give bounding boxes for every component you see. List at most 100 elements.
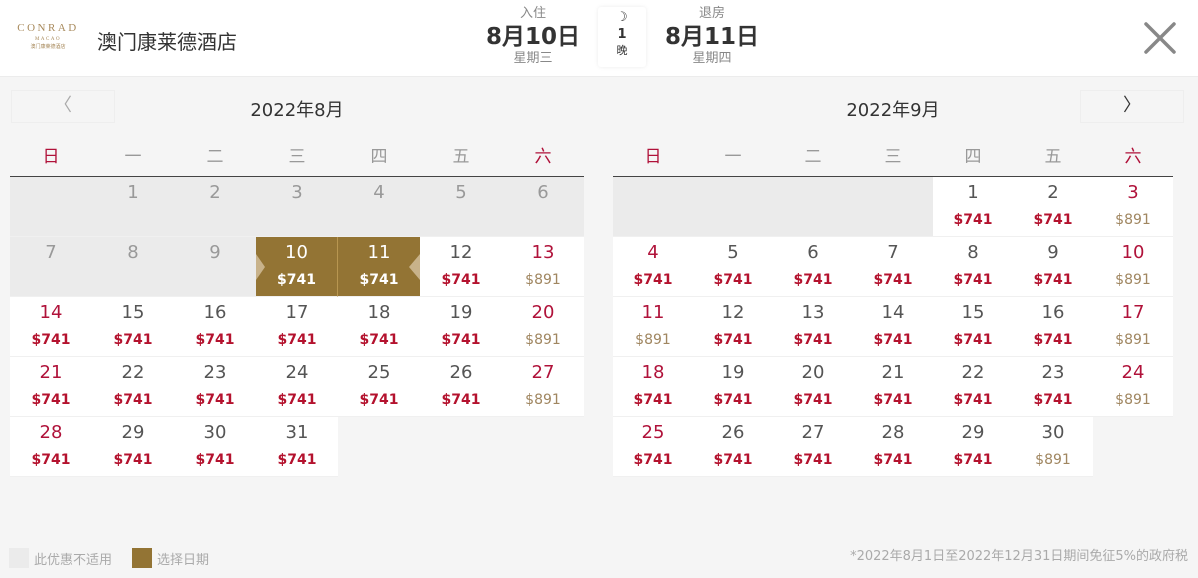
day-cell[interactable]: 28 $741 — [853, 417, 933, 477]
day-cell[interactable]: 13 $891 — [502, 237, 584, 297]
day-cell[interactable]: 24 $741 — [256, 357, 338, 417]
day-cell: 8 — [92, 237, 174, 297]
day-cell[interactable]: 15 $741 — [933, 297, 1013, 357]
day-cell[interactable]: 8 $741 — [933, 237, 1013, 297]
day-cell[interactable]: 26 $741 — [693, 417, 773, 477]
day-price: $741 — [277, 332, 317, 348]
day-price: $741 — [793, 452, 833, 468]
day-number: 22 — [961, 362, 985, 383]
weekday-label: 六 — [1124, 146, 1142, 167]
checkin-weekday: 星期三 — [513, 51, 553, 66]
day-cell[interactable]: 27 $891 — [502, 357, 584, 417]
day-cell[interactable]: 16 $741 — [174, 297, 256, 357]
day-price: $741 — [953, 272, 993, 288]
day-number: 8 — [127, 242, 139, 263]
blank-cell — [773, 177, 853, 237]
day-cell[interactable]: 14 $741 — [853, 297, 933, 357]
day-cell[interactable]: 30 $741 — [174, 417, 256, 477]
day-cell[interactable]: 10 $741 — [256, 237, 338, 297]
day-number: 28 — [39, 422, 63, 443]
day-cell[interactable]: 5 $741 — [693, 237, 773, 297]
day-price: $741 — [277, 392, 317, 408]
day-cell[interactable]: 2 $741 — [1013, 177, 1093, 237]
hotel-name: 澳门康莱德酒店 — [97, 30, 237, 54]
day-cell[interactable]: 11 $891 — [613, 297, 693, 357]
day-cell[interactable]: 28 $741 — [10, 417, 92, 477]
day-cell: 3 — [256, 177, 338, 237]
day-cell[interactable]: 7 $741 — [853, 237, 933, 297]
day-price: $741 — [713, 272, 753, 288]
day-cell[interactable]: 21 $741 — [853, 357, 933, 417]
day-cell[interactable]: 22 $741 — [92, 357, 174, 417]
legend-label-selected: 选择日期 — [157, 552, 210, 568]
day-price: $741 — [359, 332, 399, 348]
day-cell: 4 — [338, 177, 420, 237]
day-cell[interactable]: 27 $741 — [773, 417, 853, 477]
day-cell[interactable]: 1 $741 — [933, 177, 1013, 237]
day-number: 12 — [449, 242, 473, 263]
day-cell[interactable]: 25 $741 — [613, 417, 693, 477]
day-number: 27 — [801, 422, 825, 443]
day-price: $741 — [633, 392, 673, 408]
day-cell[interactable]: 23 $741 — [174, 357, 256, 417]
day-cell[interactable]: 26 $741 — [420, 357, 502, 417]
day-cell[interactable]: 30 $891 — [1013, 417, 1093, 477]
day-price: $741 — [873, 452, 913, 468]
day-number: 6 — [807, 242, 819, 263]
day-price: $741 — [713, 392, 753, 408]
day-cell[interactable]: 13 $741 — [773, 297, 853, 357]
day-number: 13 — [531, 242, 555, 263]
day-cell[interactable]: 10 $891 — [1093, 237, 1173, 297]
day-cell[interactable]: 17 $891 — [1093, 297, 1173, 357]
day-cell[interactable]: 12 $741 — [420, 237, 502, 297]
weekday-label: 三 — [884, 146, 902, 167]
day-number: 18 — [641, 362, 665, 383]
day-number: 12 — [721, 302, 745, 323]
day-cell[interactable]: 6 $741 — [773, 237, 853, 297]
day-cell[interactable]: 24 $891 — [1093, 357, 1173, 417]
weekday-header: 日一二三四五六 — [10, 128, 584, 177]
day-cell[interactable]: 15 $741 — [92, 297, 174, 357]
day-cell[interactable]: 29 $741 — [92, 417, 174, 477]
day-number: 25 — [367, 362, 391, 383]
day-cell[interactable]: 12 $741 — [693, 297, 773, 357]
day-cell[interactable]: 18 $741 — [338, 297, 420, 357]
day-cell: 1 — [92, 177, 174, 237]
day-cell[interactable]: 19 $741 — [693, 357, 773, 417]
day-cell[interactable]: 19 $741 — [420, 297, 502, 357]
close-button[interactable] — [1142, 20, 1178, 56]
day-price: $741 — [793, 392, 833, 408]
day-cell[interactable]: 11 $741 — [338, 237, 420, 297]
day-number: 2 — [209, 182, 221, 203]
day-number: 28 — [881, 422, 905, 443]
day-cell[interactable]: 3 $891 — [1093, 177, 1173, 237]
day-number: 20 — [531, 302, 555, 323]
day-cell[interactable]: 20 $741 — [773, 357, 853, 417]
day-cell[interactable]: 9 $741 — [1013, 237, 1093, 297]
day-number: 11 — [367, 242, 391, 263]
day-cell[interactable]: 20 $891 — [502, 297, 584, 357]
day-number: 17 — [1121, 302, 1145, 323]
day-price: $741 — [1033, 332, 1073, 348]
day-number: 4 — [373, 182, 385, 203]
day-cell[interactable]: 23 $741 — [1013, 357, 1093, 417]
day-cell[interactable]: 14 $741 — [10, 297, 92, 357]
day-cell[interactable]: 17 $741 — [256, 297, 338, 357]
checkout-date-value: 8月11日 — [664, 24, 759, 50]
day-cell[interactable]: 4 $741 — [613, 237, 693, 297]
day-cell[interactable]: 16 $741 — [1013, 297, 1093, 357]
nights-count: 1 — [617, 27, 627, 42]
day-price: $741 — [277, 272, 316, 288]
day-price: $891 — [635, 332, 671, 348]
day-price: $891 — [525, 272, 561, 288]
day-number: 10 — [285, 242, 308, 263]
day-cell[interactable]: 18 $741 — [613, 357, 693, 417]
day-number: 10 — [1121, 242, 1145, 263]
weekday-label: 一 — [724, 146, 742, 167]
day-cell[interactable]: 21 $741 — [10, 357, 92, 417]
day-cell[interactable]: 31 $741 — [256, 417, 338, 477]
day-cell[interactable]: 22 $741 — [933, 357, 1013, 417]
day-cell[interactable]: 29 $741 — [933, 417, 1013, 477]
day-number: 15 — [961, 302, 985, 323]
day-cell[interactable]: 25 $741 — [338, 357, 420, 417]
